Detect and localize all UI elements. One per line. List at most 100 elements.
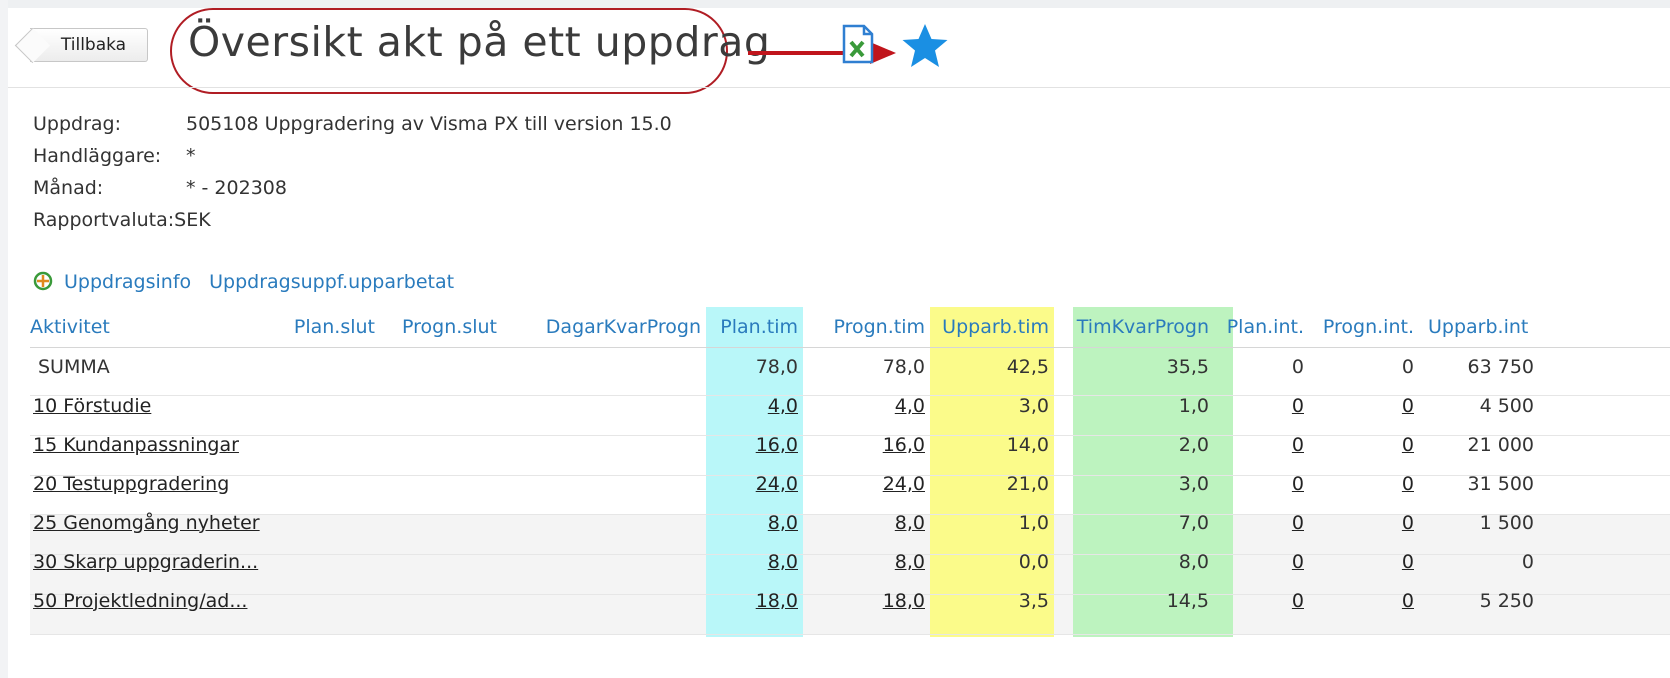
activity-link[interactable]: 30 Skarp uppgraderin...: [33, 551, 258, 573]
uppdragsuppf-link[interactable]: Uppdragsuppf.upparbetat: [209, 271, 454, 293]
plan-int-link[interactable]: 0: [1292, 434, 1304, 456]
plan-tim-link[interactable]: 24,0: [756, 473, 798, 495]
back-button-label: Tillbaka: [60, 35, 127, 55]
assignment-info: Uppdrag: 505108 Uppgradering av Visma PX …: [33, 108, 672, 236]
cell-timkvar: 14,5: [1166, 589, 1209, 612]
cell-upparb-tim: 14,0: [1006, 433, 1049, 456]
table-row: 15 Kundanpassningar 16,0 16,0 14,0 2,0 0…: [30, 425, 1539, 464]
cell-upparb-tim: 3,5: [1018, 589, 1049, 612]
col-dagar-kvar-progn[interactable]: DagarKvarProgn: [502, 307, 706, 347]
cell-dagar: [502, 386, 706, 425]
cell-upparb-tim: 3,0: [1018, 394, 1049, 417]
col-upparb-int[interactable]: Upparb.int: [1419, 307, 1539, 347]
cell-dagar: [502, 503, 706, 542]
cell-upparb-int: 1 500: [1479, 511, 1534, 534]
cell-upparb-tim: 42,5: [1006, 355, 1049, 378]
cell-upparb-int: 21 000: [1467, 433, 1534, 456]
progn-int-link[interactable]: 0: [1402, 395, 1414, 417]
header-divider: [8, 87, 1670, 88]
progn-tim-link[interactable]: 18,0: [883, 590, 925, 612]
cell-upparb-int: 4 500: [1479, 394, 1534, 417]
cell-upparb-int: 63 750: [1467, 355, 1534, 378]
favorite-star-icon[interactable]: [900, 22, 950, 70]
info-label: Rapportvaluta:: [33, 209, 175, 231]
progn-int-link[interactable]: 0: [1402, 551, 1414, 573]
col-upparb-tim[interactable]: Upparb.tim: [930, 307, 1054, 347]
page-title: Översikt akt på ett uppdrag: [188, 18, 771, 66]
cell-upparb-tim: 0,0: [1018, 550, 1049, 573]
excel-export-icon[interactable]: [842, 24, 874, 64]
cell-progn-slut: [380, 347, 502, 386]
info-label: Uppdrag:: [33, 113, 122, 135]
progn-int-link[interactable]: 0: [1402, 512, 1414, 534]
plan-tim-link[interactable]: 16,0: [756, 434, 798, 456]
col-tim-kvar-progn[interactable]: TimKvarProgn: [1054, 307, 1214, 347]
cell-upparb-tim: 21,0: [1006, 472, 1049, 495]
table-row: 20 Testuppgradering 24,0 24,0 21,0 3,0 0…: [30, 464, 1539, 503]
cell-progn-slut: [380, 386, 502, 425]
table-header-row: Aktivitet Plan.slut Progn.slut DagarKvar…: [30, 307, 1539, 347]
cell-dagar: [502, 581, 706, 620]
plan-tim-link[interactable]: 4,0: [768, 395, 798, 417]
activity-table: Aktivitet Plan.slut Progn.slut DagarKvar…: [30, 307, 1670, 678]
cell-plan-int: 0: [1291, 355, 1304, 378]
cell-plan-slut: [280, 386, 380, 425]
activity-link[interactable]: 15 Kundanpassningar: [33, 434, 239, 456]
cell-plan-slut: [280, 503, 380, 542]
progn-int-link[interactable]: 0: [1402, 434, 1414, 456]
col-plan-slut[interactable]: Plan.slut: [280, 307, 380, 347]
table-row-summa: SUMMA 78,0 78,0 42,5 35,5 0 0 63 750: [30, 347, 1539, 386]
cell-upparb-tim: 1,0: [1018, 511, 1049, 534]
plan-int-link[interactable]: 0: [1292, 551, 1304, 573]
plan-int-link[interactable]: 0: [1292, 590, 1304, 612]
info-row-handlaggare: Handläggare: *: [33, 140, 672, 172]
progn-tim-link[interactable]: 8,0: [895, 512, 925, 534]
report-links: Uppdragsinfo Uppdragsuppf.upparbetat: [32, 270, 472, 293]
cell-timkvar: 2,0: [1178, 433, 1209, 456]
plan-tim-link[interactable]: 8,0: [768, 551, 798, 573]
uppdragsinfo-icon[interactable]: [32, 270, 54, 292]
info-label: Handläggare:: [33, 145, 162, 167]
table-row: 30 Skarp uppgraderin... 8,0 8,0 0,0 8,0 …: [30, 542, 1539, 581]
activity-link[interactable]: 25 Genomgång nyheter: [33, 512, 260, 534]
info-value: 505108 Uppgradering av Visma PX till ver…: [186, 113, 672, 135]
progn-int-link[interactable]: 0: [1402, 590, 1414, 612]
page-frame-top: [0, 0, 1670, 8]
activity-link[interactable]: 50 Projektledning/ad...: [33, 590, 247, 612]
info-value: SEK: [174, 209, 211, 231]
progn-int-link[interactable]: 0: [1402, 473, 1414, 495]
plan-int-link[interactable]: 0: [1292, 473, 1304, 495]
progn-tim-link[interactable]: 4,0: [895, 395, 925, 417]
back-button[interactable]: Tillbaka: [30, 28, 148, 62]
summa-label: SUMMA: [38, 355, 110, 378]
progn-tim-link[interactable]: 8,0: [895, 551, 925, 573]
progn-tim-link[interactable]: 24,0: [883, 473, 925, 495]
plan-tim-link[interactable]: 18,0: [756, 590, 798, 612]
uppdragsinfo-link[interactable]: Uppdragsinfo: [64, 271, 191, 293]
cell-progn-int: 0: [1401, 355, 1414, 378]
cell-progn-slut: [380, 581, 502, 620]
plan-int-link[interactable]: 0: [1292, 395, 1304, 417]
cell-plan-slut: [280, 464, 380, 503]
cell-progn-slut: [380, 503, 502, 542]
info-label: Månad:: [33, 177, 104, 199]
cell-dagar: [502, 542, 706, 581]
cell-plan-slut: [280, 581, 380, 620]
col-plan-int[interactable]: Plan.int.: [1214, 307, 1309, 347]
info-row-manad: Månad: * - 202308: [33, 172, 672, 204]
col-progn-slut[interactable]: Progn.slut: [380, 307, 502, 347]
col-aktivitet[interactable]: Aktivitet: [30, 307, 280, 347]
cell-plan-slut: [280, 425, 380, 464]
plan-tim-link[interactable]: 8,0: [768, 512, 798, 534]
col-progn-tim[interactable]: Progn.tim: [803, 307, 930, 347]
activity-link[interactable]: 10 Förstudie: [33, 395, 151, 417]
cell-plan-slut: [280, 542, 380, 581]
col-progn-int[interactable]: Progn.int.: [1309, 307, 1419, 347]
progn-tim-link[interactable]: 16,0: [883, 434, 925, 456]
info-row-uppdrag: Uppdrag: 505108 Uppgradering av Visma PX …: [33, 108, 672, 140]
plan-int-link[interactable]: 0: [1292, 512, 1304, 534]
cell-dagar: [502, 464, 706, 503]
cell-timkvar: 1,0: [1178, 394, 1209, 417]
col-plan-tim[interactable]: Plan.tim: [706, 307, 803, 347]
activity-link[interactable]: 20 Testuppgradering: [33, 473, 229, 495]
